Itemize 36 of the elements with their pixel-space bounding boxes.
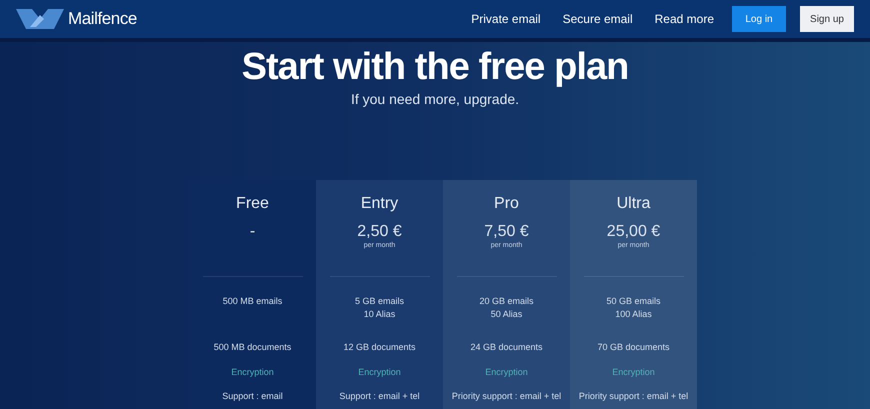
nav-link[interactable]: Private email — [471, 10, 541, 28]
email-quota: 10 Alias — [364, 308, 396, 321]
document-quota: 500 MB documents — [214, 341, 292, 354]
nav-link[interactable]: Read more — [654, 10, 714, 28]
hero-title: Start with the free plan — [242, 45, 628, 89]
login-button[interactable]: Log in — [732, 6, 786, 32]
encryption-feature: Encryption — [231, 366, 274, 379]
email-quota: 50 Alias — [490, 308, 522, 321]
support-feature: Support : email — [222, 390, 283, 403]
email-quota: 500 MB emails — [222, 295, 282, 308]
brand-name: Mailfence — [68, 8, 137, 30]
logo-icon — [16, 7, 64, 31]
support-feature: Priority support : email + tel — [578, 390, 688, 403]
email-quota: 20 GB emails — [479, 295, 534, 308]
plan-name: Ultra — [616, 194, 650, 214]
plan-name: Pro — [494, 194, 519, 214]
plan-price: - — [250, 222, 256, 242]
email-quota: 5 GB emails — [354, 295, 404, 308]
signup-button[interactable]: Sign up — [800, 6, 854, 32]
hero-subtitle: If you need more, upgrade. — [350, 90, 520, 109]
support-feature: Support : email + tel — [339, 390, 420, 403]
encryption-feature: Encryption — [358, 366, 401, 379]
email-quota: 50 GB emails — [606, 295, 661, 308]
plan-name: Free — [236, 194, 269, 214]
document-quota: 12 GB documents — [343, 341, 416, 354]
document-quota: 70 GB documents — [597, 341, 670, 354]
plan-price: 7,50 € — [484, 222, 529, 242]
encryption-feature: Encryption — [485, 366, 528, 379]
plan-price: 2,50 € — [357, 222, 402, 242]
plan-name: Entry — [360, 194, 398, 214]
encryption-feature: Encryption — [612, 366, 655, 379]
document-quota: 24 GB documents — [470, 341, 543, 354]
email-quota: 100 Alias — [615, 308, 652, 321]
support-feature: Priority support : email + tel — [452, 390, 562, 403]
plan-price: 25,00 € — [606, 222, 660, 242]
nav-link[interactable]: Secure email — [562, 10, 633, 28]
